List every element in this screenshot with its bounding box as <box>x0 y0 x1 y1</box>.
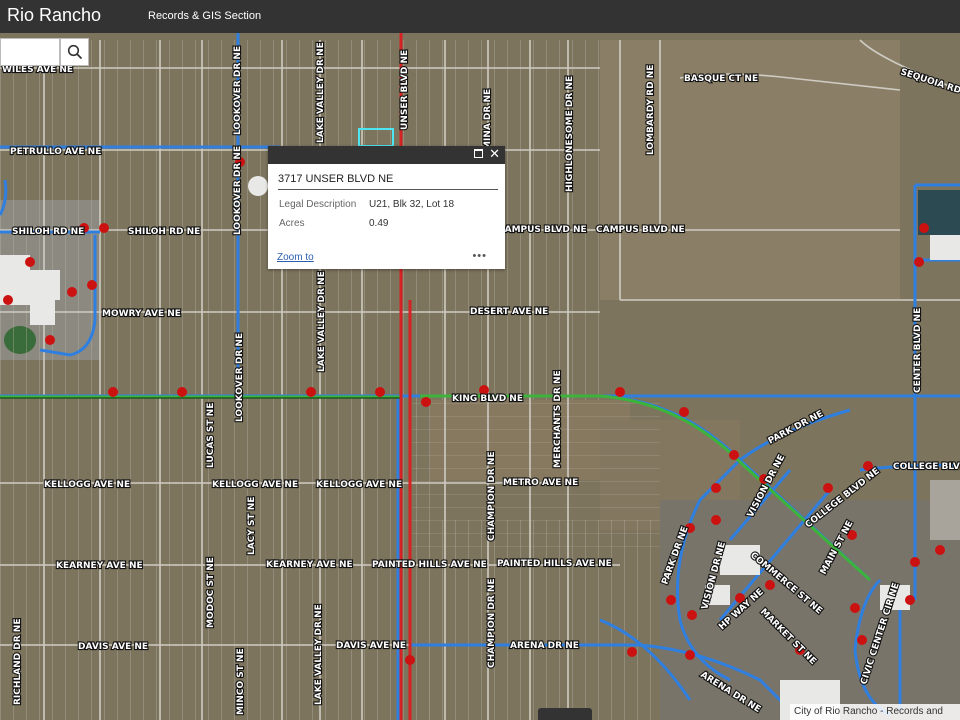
street-label-desert: DESERT AVE NE <box>470 307 548 317</box>
street-label-king: KING BLVD NE <box>452 394 523 404</box>
street-label-davis-2: DAVIS AVE NE <box>336 641 406 651</box>
map-attribution: City of Rio Rancho - Records and <box>790 704 960 720</box>
street-label-merchants: MERCHANTS DR NE <box>553 370 563 468</box>
app-header: Rio Rancho Records & GIS Section <box>0 0 960 33</box>
street-label-lake-valley-2: LAKE VALLEY DR NE <box>317 271 327 372</box>
street-label-petrullo: PETRULLO AVE NE <box>10 147 101 157</box>
app-subtitle: Records & GIS Section <box>148 10 262 22</box>
search-button[interactable] <box>60 38 89 66</box>
street-label-lookover-2: LOOKOVER DR NE <box>233 146 243 235</box>
street-label-unser: UNSER BLVD NE <box>400 50 410 130</box>
zoom-to-link[interactable]: Zoom to <box>277 252 314 263</box>
street-label-kearney-2: KEARNEY AVE NE <box>266 560 353 570</box>
street-label-lake-valley-3: LAKE VALLEY DR NE <box>314 604 324 705</box>
field-value-acres: 0.49 <box>369 218 389 229</box>
street-label-college-1: COLLEGE BLVD NE <box>893 462 960 472</box>
street-label-champion-2: CHAMPION DR NE <box>487 578 497 668</box>
street-label-kearney-1: KEARNEY AVE NE <box>56 561 143 571</box>
street-label-kellogg-3: KELLOGG AVE NE <box>316 480 402 490</box>
street-label-mina: MINA DR NE <box>483 89 493 150</box>
search-input[interactable] <box>0 38 60 66</box>
street-label-lake-valley-1: LAKE VALLEY DR NE <box>316 42 326 143</box>
popup-divider <box>278 189 498 190</box>
street-label-painted-hills-2: PAINTED HILLS AVE NE <box>497 559 612 569</box>
popup-header: ✕ <box>268 146 505 164</box>
street-label-minco: MINCO ST NE <box>236 648 246 715</box>
parking-lot <box>930 480 960 540</box>
street-label-wiles: WILES AVE NE <box>2 65 73 75</box>
street-label-davis-1: DAVIS AVE NE <box>78 642 148 652</box>
parcel-lots-southeast <box>420 520 660 720</box>
street-label-painted-hills-1: PAINTED HILLS AVE NE <box>372 560 487 570</box>
search-icon <box>67 44 82 60</box>
field-label-legal-description: Legal Description <box>279 199 357 210</box>
street-label-mowry: MOWRY AVE NE <box>102 309 181 319</box>
street-label-modoc: MODOC ST NE <box>206 557 216 628</box>
field-label-acres: Acres <box>279 218 305 229</box>
street-label-center: CENTER BLVD NE <box>913 308 923 393</box>
field-value-legal-description: U21, Blk 32, Lot 18 <box>369 199 455 210</box>
street-label-highlonesome: HIGHLONESOME DR NE <box>565 76 575 192</box>
parcel-popup: ✕ 3717 UNSER BLVD NE Legal Description U… <box>268 146 505 269</box>
street-label-champion-1: CHAMPION DR NE <box>487 451 497 541</box>
street-label-shiloh-2: SHILOH RD NE <box>128 227 200 237</box>
street-label-campus-1: CAMPUS BLVD NE <box>498 225 587 235</box>
bottom-panel-toggle[interactable] <box>538 708 592 720</box>
street-label-richland: RICHLAND DR NE <box>13 619 23 705</box>
popup-title: 3717 UNSER BLVD NE <box>278 173 394 185</box>
street-label-kellogg-1: KELLOGG AVE NE <box>44 480 130 490</box>
street-label-metro: METRO AVE NE <box>503 478 578 488</box>
street-label-lookover-3: LOOKOVER DR NE <box>235 333 245 422</box>
map-canvas[interactable]: WILES AVE NE BASQUE CT NE SEQUOIA RD PET… <box>0 33 960 720</box>
street-label-lookover-1: LOOKOVER DR NE <box>233 46 243 135</box>
street-label-lombardy: LOMBARDY RD NE <box>646 65 656 155</box>
street-label-lucas: LUCAS ST NE <box>206 403 216 468</box>
street-label-lacy: LACY ST NE <box>247 497 257 555</box>
map-view[interactable]: WILES AVE NE BASQUE CT NE SEQUOIA RD PET… <box>0 33 960 720</box>
street-label-shiloh-1: SHILOH RD NE <box>12 227 84 237</box>
street-label-arena-1: ARENA DR NE <box>510 641 579 651</box>
street-label-basque: BASQUE CT NE <box>684 74 758 84</box>
more-actions-button[interactable]: ••• <box>472 250 487 262</box>
close-icon[interactable]: ✕ <box>489 146 500 164</box>
app-title: Rio Rancho <box>7 5 102 25</box>
water-tank <box>248 176 268 196</box>
maximize-icon[interactable] <box>474 149 483 158</box>
street-label-campus-2: CAMPUS BLVD NE <box>596 225 685 235</box>
street-label-kellogg-2: KELLOGG AVE NE <box>212 480 298 490</box>
